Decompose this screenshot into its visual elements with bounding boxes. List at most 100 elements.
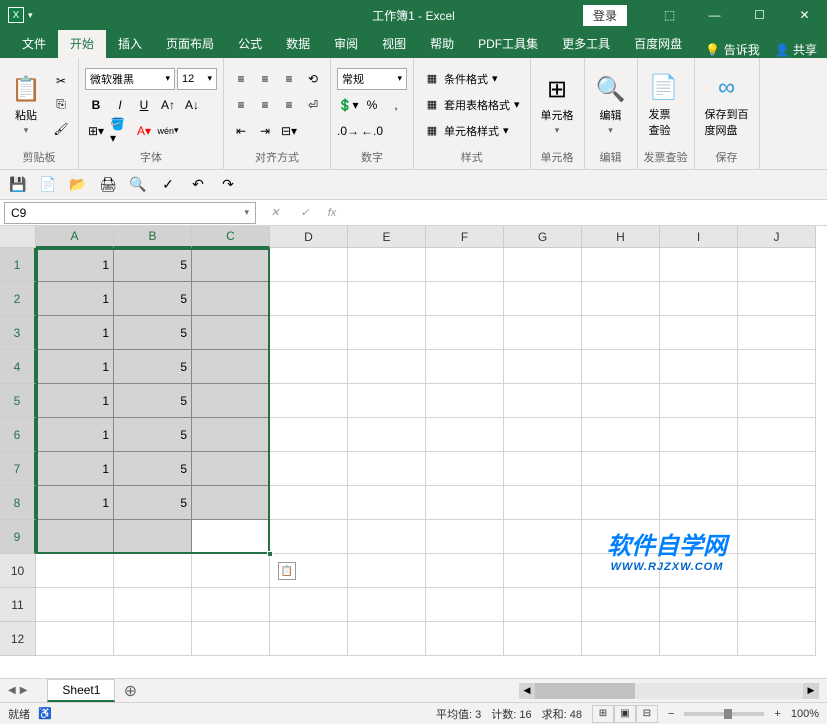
cell-E12[interactable]: [348, 622, 426, 656]
save-cloud-button[interactable]: ∞ 保存到百度网盘: [701, 62, 753, 147]
font-name-combo[interactable]: 微软雅黑▾: [85, 68, 175, 90]
borders-button[interactable]: ⊞▾: [85, 120, 107, 142]
row-header-4[interactable]: 4: [0, 350, 36, 384]
row-header-12[interactable]: 12: [0, 622, 36, 656]
cell-H6[interactable]: [582, 418, 660, 452]
cell-B4[interactable]: 5: [114, 350, 192, 384]
cell-C8[interactable]: [192, 486, 270, 520]
tab-file[interactable]: 文件: [10, 29, 58, 58]
scroll-left-button[interactable]: ◀: [519, 683, 535, 699]
row-header-1[interactable]: 1: [0, 248, 36, 282]
row-header-7[interactable]: 7: [0, 452, 36, 486]
sheet-nav-next[interactable]: ▶: [20, 685, 28, 696]
cell-D1[interactable]: [270, 248, 348, 282]
cell-J4[interactable]: [738, 350, 816, 384]
cell-A7[interactable]: 1: [36, 452, 114, 486]
scroll-thumb[interactable]: [535, 683, 635, 699]
cell-I4[interactable]: [660, 350, 738, 384]
cell-C10[interactable]: [192, 554, 270, 588]
row-header-11[interactable]: 11: [0, 588, 36, 622]
add-sheet-button[interactable]: ⊕: [119, 681, 141, 701]
maximize-button[interactable]: ☐: [737, 0, 782, 30]
normal-view-button[interactable]: ⊞: [592, 705, 614, 723]
cell-C12[interactable]: [192, 622, 270, 656]
tab-view[interactable]: 视图: [370, 29, 418, 58]
cell-G10[interactable]: [504, 554, 582, 588]
align-top-button[interactable]: ≡: [230, 68, 252, 90]
cell-G11[interactable]: [504, 588, 582, 622]
wrap-text-button[interactable]: ⏎: [302, 94, 324, 116]
merge-button[interactable]: ⊟▾: [278, 120, 300, 142]
cell-E5[interactable]: [348, 384, 426, 418]
cell-F4[interactable]: [426, 350, 504, 384]
zoom-level[interactable]: 100%: [791, 708, 819, 720]
cell-D8[interactable]: [270, 486, 348, 520]
cell-I8[interactable]: [660, 486, 738, 520]
cell-G4[interactable]: [504, 350, 582, 384]
horizontal-scrollbar[interactable]: ◀ ▶: [519, 683, 819, 699]
cell-D2[interactable]: [270, 282, 348, 316]
login-button[interactable]: 登录: [583, 5, 627, 26]
cell-E8[interactable]: [348, 486, 426, 520]
cell-J10[interactable]: [738, 554, 816, 588]
orientation-button[interactable]: ⟲: [302, 68, 324, 90]
cell-F9[interactable]: [426, 520, 504, 554]
cell-D4[interactable]: [270, 350, 348, 384]
column-header-J[interactable]: J: [738, 226, 816, 248]
page-break-button[interactable]: ⊟: [636, 705, 658, 723]
row-header-3[interactable]: 3: [0, 316, 36, 350]
paste-button[interactable]: 📋 粘贴 ▾: [6, 62, 46, 147]
cell-styles-button[interactable]: ▦单元格样式 ▾: [420, 121, 524, 141]
cell-F10[interactable]: [426, 554, 504, 588]
new-button[interactable]: 📄: [38, 175, 58, 195]
cancel-button[interactable]: ✕: [260, 202, 290, 224]
decrease-indent-button[interactable]: ⇤: [230, 120, 252, 142]
accessibility-icon[interactable]: ♿: [38, 707, 52, 720]
cell-C3[interactable]: [192, 316, 270, 350]
row-header-5[interactable]: 5: [0, 384, 36, 418]
tab-help[interactable]: 帮助: [418, 29, 466, 58]
cell-A6[interactable]: 1: [36, 418, 114, 452]
cell-A4[interactable]: 1: [36, 350, 114, 384]
align-bottom-button[interactable]: ≡: [278, 68, 300, 90]
tab-more[interactable]: 更多工具: [550, 29, 622, 58]
cell-E2[interactable]: [348, 282, 426, 316]
align-right-button[interactable]: ≡: [278, 94, 300, 116]
column-header-C[interactable]: C: [192, 226, 270, 248]
autofill-options-icon[interactable]: 📋: [278, 562, 296, 580]
fx-button[interactable]: fx: [320, 202, 344, 224]
italic-button[interactable]: I: [109, 94, 131, 116]
column-header-D[interactable]: D: [270, 226, 348, 248]
decrease-font-button[interactable]: A↓: [181, 94, 203, 116]
table-format-button[interactable]: ▦套用表格格式 ▾: [420, 95, 524, 115]
cell-B1[interactable]: 5: [114, 248, 192, 282]
row-header-2[interactable]: 2: [0, 282, 36, 316]
cell-J9[interactable]: [738, 520, 816, 554]
cell-J2[interactable]: [738, 282, 816, 316]
cell-H11[interactable]: [582, 588, 660, 622]
comma-button[interactable]: ,: [385, 94, 407, 116]
cell-J12[interactable]: [738, 622, 816, 656]
cell-H3[interactable]: [582, 316, 660, 350]
increase-indent-button[interactable]: ⇥: [254, 120, 276, 142]
cell-H8[interactable]: [582, 486, 660, 520]
tab-formulas[interactable]: 公式: [226, 29, 274, 58]
cell-H4[interactable]: [582, 350, 660, 384]
cell-I11[interactable]: [660, 588, 738, 622]
open-button[interactable]: 📂: [68, 175, 88, 195]
percent-button[interactable]: %: [361, 94, 383, 116]
close-button[interactable]: ✕: [782, 0, 827, 30]
cell-B3[interactable]: 5: [114, 316, 192, 350]
cell-I2[interactable]: [660, 282, 738, 316]
cell-F1[interactable]: [426, 248, 504, 282]
cell-G6[interactable]: [504, 418, 582, 452]
row-header-9[interactable]: 9: [0, 520, 36, 554]
cell-C6[interactable]: [192, 418, 270, 452]
spell-button[interactable]: ✓: [158, 175, 178, 195]
cell-E1[interactable]: [348, 248, 426, 282]
cell-H7[interactable]: [582, 452, 660, 486]
zoom-slider[interactable]: [684, 712, 764, 716]
invoice-button[interactable]: 📄 发票查验: [644, 62, 684, 147]
cell-E4[interactable]: [348, 350, 426, 384]
zoom-in-button[interactable]: +: [774, 708, 780, 720]
